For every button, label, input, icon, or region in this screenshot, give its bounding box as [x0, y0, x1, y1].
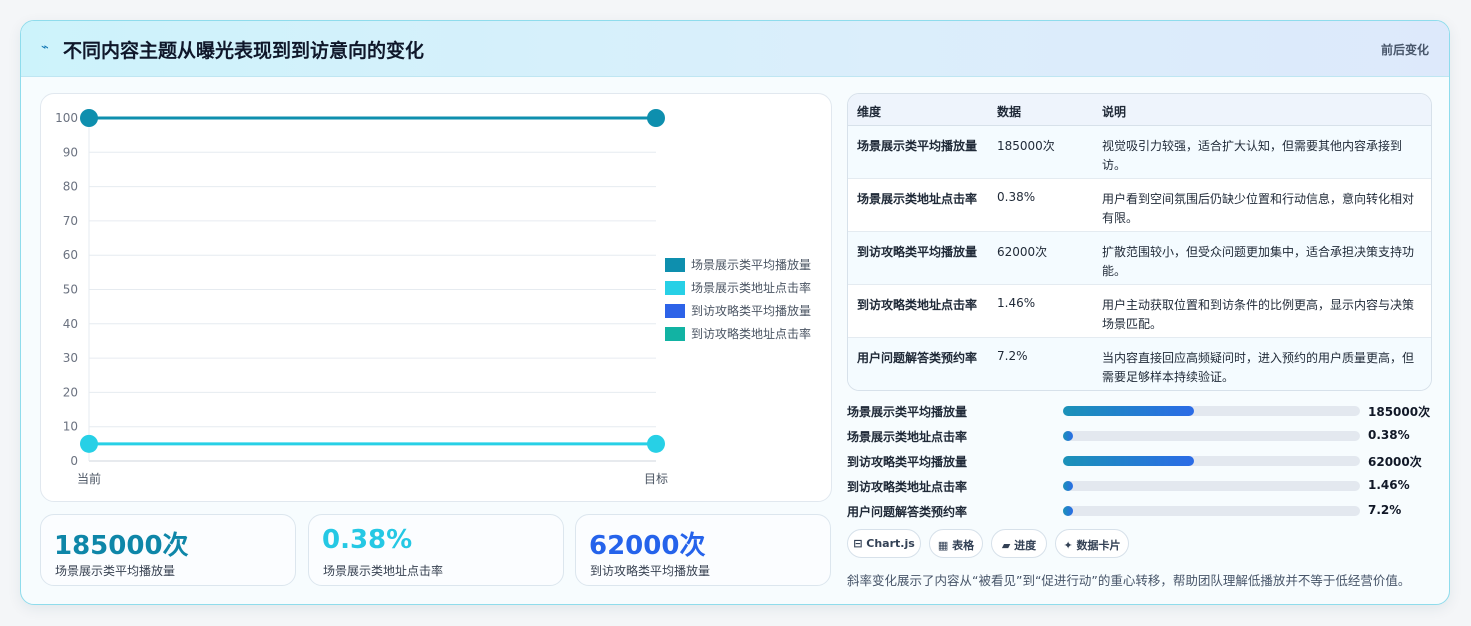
progress-row: 场景展示类地址点击率 0.38% — [847, 426, 1447, 446]
table-cell-desc: 扩散范围较小，但受众问题更加集中，适合承担决策支持功能。 — [1102, 245, 1415, 278]
table-cell-data: 62000次 — [997, 245, 1048, 259]
table-row: 场景展示类平均播放量 185000次 视觉吸引力较强，适合扩大认知，但需要其他内… — [848, 126, 1431, 179]
table-cell-desc: 视觉吸引力较强，适合扩大认知，但需要其他内容承接到访。 — [1102, 139, 1403, 172]
y-tick-label: 100 — [55, 111, 78, 125]
table-cell-dimension: 到访攻略类地址点击率 — [857, 298, 978, 312]
progress-row: 场景展示类平均播放量 185000次 — [847, 401, 1447, 421]
legend-swatch — [665, 327, 685, 341]
y-tick-label: 10 — [63, 420, 78, 434]
stat-value-2: 0.38% — [322, 525, 413, 555]
tag-data-card[interactable]: ✦ 数据卡片 — [1055, 529, 1129, 558]
footnote: 斜率变化展示了内容从“被看见”到“促进行动”的重心转移，帮助团队理解低播放并不等… — [847, 573, 1411, 588]
table-cell-desc: 用户主动获取位置和到访条件的比例更高，显示内容与决策场景匹配。 — [1102, 298, 1415, 331]
table-header-data: 数据 — [997, 105, 1022, 119]
table-cell-data: 7.2% — [997, 349, 1028, 363]
series-point — [80, 434, 98, 453]
progress-label: 到访攻略类地址点击率 — [847, 480, 968, 494]
progress-fill — [1063, 431, 1073, 441]
progress-label: 场景展示类地址点击率 — [847, 430, 968, 444]
table-row: 到访攻略类地址点击率 1.46% 用户主动获取位置和到访条件的比例更高，显示内容… — [848, 285, 1431, 338]
stat-card-2: 0.38% 场景展示类地址点击率 — [308, 514, 564, 586]
y-tick-label: 30 — [63, 351, 78, 365]
progress-track — [1063, 481, 1360, 491]
progress-fill — [1063, 456, 1194, 466]
y-tick-label: 70 — [63, 214, 78, 228]
progress-fill — [1063, 506, 1073, 516]
table-cell-dimension: 场景展示类地址点击率 — [857, 192, 978, 206]
table-header: 维度 数据 说明 — [848, 94, 1431, 126]
progress-row: 到访攻略类平均播放量 62000次 — [847, 451, 1447, 471]
progress-value: 185000次 — [1368, 405, 1431, 419]
legend-swatch — [665, 281, 685, 295]
series-point — [80, 109, 98, 127]
progress-label: 场景展示类平均播放量 — [847, 405, 968, 419]
chart-panel: 0 10 20 30 40 50 60 70 80 90 100 当前 目标 场景展示类平均播放量 场景展示… — [40, 93, 832, 502]
table-header-desc: 说明 — [1102, 105, 1127, 119]
sparkle-icon: ⌁ — [41, 40, 49, 55]
stat-value-3: 62000次 — [589, 531, 706, 561]
card-header: ⌁ 不同内容主题从曝光表现到到访意向的变化 前后变化 — [21, 21, 1449, 77]
y-tick-label: 40 — [63, 317, 78, 331]
stat-card-3: 62000次 到访攻略类平均播放量 — [575, 514, 831, 586]
y-tick-label: 20 — [63, 385, 78, 399]
progress-value: 1.46% — [1368, 478, 1410, 492]
progress-track — [1063, 506, 1360, 516]
tag-progress[interactable]: ▰ 进度 — [991, 529, 1047, 558]
progress-track — [1063, 431, 1360, 441]
progress-track — [1063, 406, 1360, 416]
stat-label-3: 到访攻略类平均播放量 — [590, 564, 711, 578]
y-tick-label: 0 — [70, 454, 78, 468]
legend-swatch — [665, 304, 685, 318]
table-row: 场景展示类地址点击率 0.38% 用户看到空间氛围后仍缺少位置和行动信息，意向转… — [848, 179, 1431, 232]
x-tick-label: 目标 — [644, 472, 668, 486]
header-right-label: 前后变化 — [1380, 43, 1429, 57]
stat-card-1: 185000次 场景展示类平均播放量 — [40, 514, 296, 586]
progress-track — [1063, 456, 1360, 466]
progress-fill — [1063, 406, 1194, 416]
tag-table[interactable]: ▦ 表格 — [929, 529, 983, 558]
stat-label-1: 场景展示类平均播放量 — [55, 564, 176, 578]
legend-label: 到访攻略类地址点击率 — [691, 326, 811, 341]
table-cell-desc: 当内容直接回应高频疑问时，进入预约的用户质量更高，但需要足够样本持续验证。 — [1102, 351, 1415, 384]
legend-label: 场景展示类平均播放量 — [691, 257, 811, 272]
y-tick-label: 50 — [63, 283, 78, 297]
table-cell-dimension: 到访攻略类平均播放量 — [857, 245, 978, 259]
series-point — [647, 434, 665, 453]
legend-swatch — [665, 258, 685, 272]
table-row: 用户问题解答类预约率 7.2% 当内容直接回应高频疑问时，进入预约的用户质量更高… — [848, 338, 1431, 390]
table-cell-dimension: 场景展示类平均播放量 — [857, 139, 978, 153]
table-header-dimension: 维度 — [857, 105, 882, 119]
legend-label: 到访攻略类平均播放量 — [691, 303, 811, 318]
progress-value: 7.2% — [1368, 503, 1402, 517]
progress-fill — [1063, 481, 1073, 491]
table-row: 到访攻略类平均播放量 62000次 扩散范围较小，但受众问题更加集中，适合承担决… — [848, 232, 1431, 285]
y-tick-label: 80 — [63, 180, 78, 194]
table-cell-data: 1.46% — [997, 296, 1036, 310]
legend-label: 场景展示类地址点击率 — [691, 280, 811, 295]
progress-value: 0.38% — [1368, 428, 1410, 442]
progress-value: 62000次 — [1368, 455, 1422, 469]
progress-label: 到访攻略类平均播放量 — [847, 455, 968, 469]
x-tick-label: 当前 — [77, 471, 101, 486]
main-card: ⌁ 不同内容主题从曝光表现到到访意向的变化 前后变化 0 10 20 30 40 50 60… — [20, 20, 1450, 605]
table-cell-dimension: 用户问题解答类预约率 — [857, 351, 978, 365]
y-tick-label: 90 — [63, 145, 78, 159]
progress-label: 用户问题解答类预约率 — [847, 505, 968, 519]
series-point — [647, 109, 665, 127]
stat-label-2: 场景展示类地址点击率 — [323, 564, 444, 578]
page-title: 不同内容主题从曝光表现到到访意向的变化 — [63, 40, 425, 62]
table-cell-data: 0.38% — [997, 190, 1036, 204]
stat-value-1: 185000次 — [54, 531, 189, 561]
tag-chartjs[interactable]: ⊟ Chart.js — [847, 529, 921, 558]
slope-chart: 0 10 20 30 40 50 60 70 80 90 100 当前 目标 场景展示类平均播放量场景展示… — [55, 109, 811, 486]
progress-row: 到访攻略类地址点击率 1.46% — [847, 476, 1447, 496]
y-tick-label: 60 — [63, 248, 78, 262]
table-cell-data: 185000次 — [997, 139, 1055, 153]
table-cell-desc: 用户看到空间氛围后仍缺少位置和行动信息，意向转化相对有限。 — [1102, 192, 1415, 225]
progress-row: 用户问题解答类预约率 7.2% — [847, 501, 1447, 521]
data-table: 维度 数据 说明 场景展示类平均播放量 185000次 视觉吸引力较强，适合扩大… — [847, 93, 1432, 391]
